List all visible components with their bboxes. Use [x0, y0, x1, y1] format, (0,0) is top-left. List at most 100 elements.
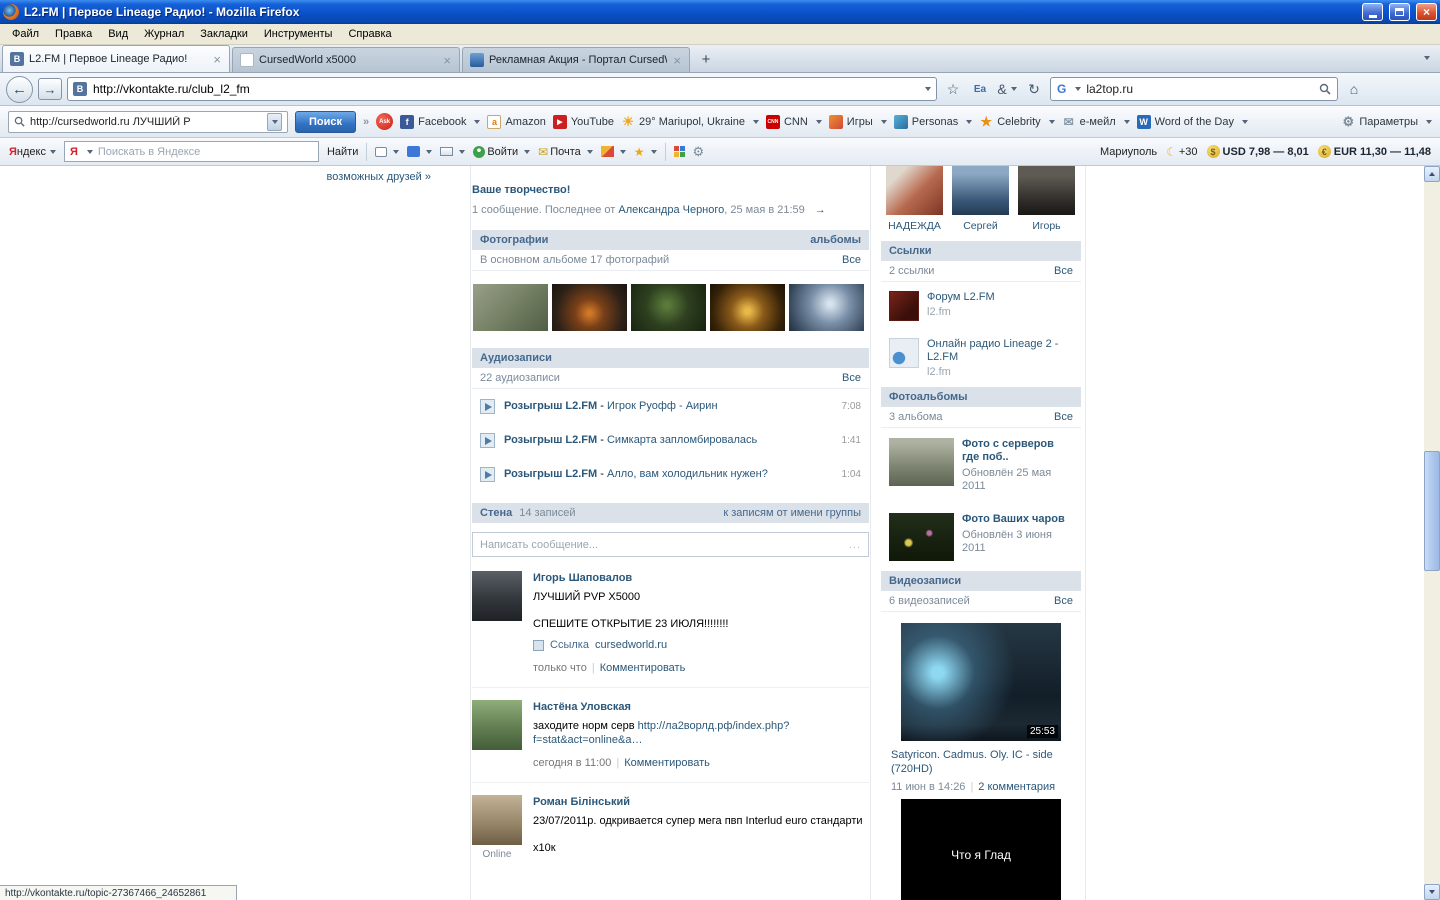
member-name-link[interactable]: Игорь [1018, 220, 1075, 232]
yandex-search-box[interactable]: Я Поискать в Яндексе [64, 141, 319, 162]
ask-item-youtube[interactable]: ▶YouTube [553, 115, 614, 129]
bookmark-star-icon[interactable]: ☆ [942, 78, 964, 100]
photo-thumbnail[interactable] [710, 284, 785, 331]
tab-close-icon[interactable]: × [212, 53, 222, 66]
ask-item-facebook[interactable]: fFacebook [400, 115, 480, 129]
video-comments-link[interactable]: 2 комментария [978, 781, 1055, 793]
apps-grid-icon[interactable] [674, 146, 685, 157]
ask-options-button[interactable]: ⚙Параметры [1341, 115, 1432, 129]
comments-icon[interactable] [375, 147, 399, 157]
arrow-right-icon[interactable]: → [815, 204, 826, 216]
extension-menu-icon[interactable]: & [996, 78, 1018, 100]
ask-item-weather[interactable]: ☀29° Mariupol, Ukraine [621, 115, 759, 129]
eur-rate-widget[interactable]: €EUR 11,30 — 11,48 [1318, 145, 1431, 158]
member-item[interactable]: Игорь [1018, 166, 1075, 232]
keyboard-icon[interactable] [440, 147, 465, 156]
favorites-widget-icon[interactable]: ★ [634, 145, 657, 159]
audio-artist-link[interactable]: Розыгрыш L2.FM [504, 468, 597, 480]
author-link[interactable]: Александра Черного [618, 204, 724, 216]
avatar[interactable] [886, 166, 943, 215]
album-title[interactable]: Фото Ваших чаров [962, 513, 1073, 526]
scroll-down-button[interactable] [1424, 884, 1440, 900]
post-author-link[interactable]: Игорь Шаповалов [533, 571, 869, 585]
ask-search-button[interactable]: Поиск [295, 111, 356, 133]
links-all-link[interactable]: Все [1054, 265, 1073, 277]
link-thumbnail[interactable] [889, 291, 919, 321]
search-engine-dropdown-icon[interactable] [1075, 87, 1081, 91]
ask-item-word-of-the-day[interactable]: WWord of the Day [1137, 115, 1248, 129]
menu-history[interactable]: Журнал [136, 25, 192, 43]
wall-group-posts-link[interactable]: к записям от имени группы [723, 507, 861, 519]
magnifier-icon[interactable] [1319, 83, 1331, 95]
member-item[interactable]: НАДЕЖДА [886, 166, 943, 232]
ask-item-cnn[interactable]: CNNCNN [766, 115, 822, 129]
menu-view[interactable]: Вид [100, 25, 136, 43]
link-title[interactable]: Онлайн радио Lineage 2 - L2.FM [927, 338, 1073, 364]
home-button[interactable]: ⌂ [1343, 78, 1365, 100]
ask-search-box[interactable]: http://cursedworld.ru ЛУЧШИЙ Р [8, 111, 288, 133]
tab-l2fm[interactable]: B L2.FM | Первое Lineage Радио! × [2, 45, 230, 72]
avatar[interactable] [472, 571, 522, 621]
comment-link[interactable]: Комментировать [624, 757, 710, 769]
link-thumbnail[interactable] [889, 338, 919, 368]
albums-link[interactable]: альбомы [810, 234, 861, 246]
audio-title-link[interactable]: Алло, вам холодильник нужен? [607, 468, 768, 480]
play-button[interactable] [480, 399, 495, 414]
video-thumbnail[interactable]: 25:53 [901, 623, 1061, 741]
menu-help[interactable]: Справка [340, 25, 399, 43]
member-item[interactable]: Сергей [952, 166, 1009, 232]
menu-tools[interactable]: Инструменты [256, 25, 341, 43]
photos-widget-icon[interactable] [601, 146, 626, 157]
menu-bookmarks[interactable]: Закладки [192, 25, 256, 43]
yandex-mail-button[interactable]: ✉Почта [538, 145, 593, 159]
ask-item-games[interactable]: Игры [829, 115, 887, 129]
scrollbar-thumb[interactable] [1424, 451, 1440, 571]
avatar[interactable] [472, 700, 522, 750]
tab-promo[interactable]: Рекламная Акция - Портал CursedWorld × [462, 47, 690, 72]
photo-thumbnail[interactable] [631, 284, 706, 331]
possible-friends-link[interactable]: возможных друзей » [325, 171, 431, 183]
post-author-link[interactable]: Настёна Уловская [533, 700, 869, 714]
albums-all-link[interactable]: Все [1054, 411, 1073, 423]
wall-message-input[interactable]: Написать сообщение... ... [472, 532, 869, 557]
search-bar[interactable]: G la2top.ru [1050, 77, 1338, 101]
yandex-menu-button[interactable]: Яндекс [9, 146, 56, 158]
ask-item-celebrity[interactable]: ★Celebrity [979, 115, 1054, 129]
play-button[interactable] [480, 467, 495, 482]
ask-item-personas[interactable]: Personas [894, 115, 972, 129]
toolbar-overflow-icon[interactable]: » [363, 116, 369, 128]
photos-all-link[interactable]: Все [842, 254, 861, 266]
translate-icon[interactable] [407, 146, 432, 157]
tab-cursedworld[interactable]: CursedWorld x5000 × [232, 47, 460, 72]
yandex-login-button[interactable]: Войти [473, 146, 530, 158]
list-all-tabs-button[interactable] [1412, 52, 1438, 64]
url-bar[interactable]: B http://vkontakte.ru/club_l2_fm [67, 77, 937, 101]
photo-thumbnail[interactable] [789, 284, 864, 331]
reload-button[interactable]: ↻ [1023, 78, 1045, 100]
audio-title-link[interactable]: Симкарта запломбировалась [607, 434, 757, 446]
tab-close-icon[interactable]: × [442, 54, 452, 67]
audio-artist-link[interactable]: Розыгрыш L2.FM [504, 400, 597, 412]
avatar[interactable] [952, 166, 1009, 215]
audio-artist-link[interactable]: Розыгрыш L2.FM [504, 434, 597, 446]
attachment-link[interactable]: cursedworld.ru [595, 638, 667, 652]
minimize-button[interactable] [1362, 3, 1383, 21]
url-dropdown-icon[interactable] [925, 87, 931, 91]
scroll-up-button[interactable] [1424, 166, 1440, 182]
city-label[interactable]: Мариуполь [1100, 146, 1157, 158]
album-title[interactable]: Фото с серверов где поб.. [962, 438, 1073, 464]
menu-file[interactable]: Файл [4, 25, 47, 43]
ask-item-amazon[interactable]: aAmazon [487, 115, 545, 129]
avatar[interactable] [472, 795, 522, 845]
attach-icon[interactable]: ... [849, 539, 861, 551]
close-button[interactable]: × [1416, 3, 1437, 21]
play-button[interactable] [480, 433, 495, 448]
photo-thumbnail[interactable] [473, 284, 548, 331]
album-thumbnail[interactable] [889, 513, 954, 561]
ask-logo-icon[interactable]: Ask [376, 113, 393, 130]
back-button[interactable]: ← [6, 76, 33, 103]
ask-item-email[interactable]: ✉e-мейл [1062, 115, 1130, 129]
videos-all-link[interactable]: Все [1054, 595, 1073, 607]
topic-title-link[interactable]: Ваше творчество! [472, 184, 869, 196]
link-title[interactable]: Форум L2.FM [927, 291, 995, 304]
